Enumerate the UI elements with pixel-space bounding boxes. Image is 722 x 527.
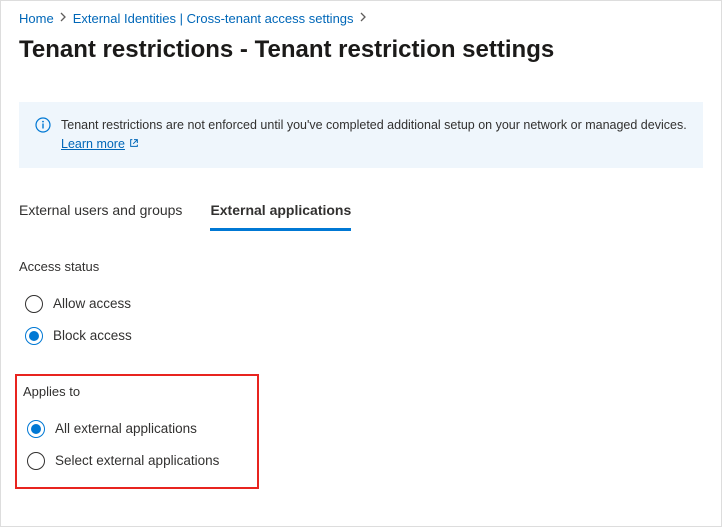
banner-text: Tenant restrictions are not enforced unt…	[61, 118, 687, 132]
radio-label: Allow access	[53, 296, 131, 311]
page-title: Tenant restrictions - Tenant restriction…	[19, 36, 703, 64]
tab-external-users-groups[interactable]: External users and groups	[19, 196, 182, 231]
radio-allow-access[interactable]: Allow access	[25, 288, 703, 320]
chevron-right-icon	[60, 12, 67, 25]
radio-select-external-applications[interactable]: Select external applications	[27, 445, 247, 477]
applies-to-label: Applies to	[23, 384, 247, 399]
chevron-right-icon	[360, 12, 367, 25]
breadcrumb-external-identities[interactable]: External Identities | Cross-tenant acces…	[73, 11, 354, 26]
radio-icon	[27, 420, 45, 438]
access-status-group: Allow access Block access	[19, 288, 703, 352]
applies-to-highlight: Applies to All external applications Sel…	[15, 374, 259, 489]
access-status-label: Access status	[19, 259, 703, 274]
breadcrumb: Home External Identities | Cross-tenant …	[19, 11, 703, 26]
info-icon	[35, 117, 51, 139]
radio-block-access[interactable]: Block access	[25, 320, 703, 352]
radio-label: All external applications	[55, 421, 197, 436]
learn-more-link[interactable]: Learn more	[61, 135, 139, 154]
radio-icon	[25, 327, 43, 345]
tab-external-applications[interactable]: External applications	[210, 196, 351, 231]
external-link-icon	[129, 135, 139, 154]
tabs: External users and groups External appli…	[19, 196, 703, 231]
applies-to-group: All external applications Select externa…	[19, 413, 247, 477]
info-banner: Tenant restrictions are not enforced unt…	[19, 102, 703, 168]
breadcrumb-home[interactable]: Home	[19, 11, 54, 26]
radio-label: Select external applications	[55, 453, 219, 468]
radio-icon	[25, 295, 43, 313]
radio-icon	[27, 452, 45, 470]
radio-all-external-applications[interactable]: All external applications	[27, 413, 247, 445]
radio-label: Block access	[53, 328, 132, 343]
